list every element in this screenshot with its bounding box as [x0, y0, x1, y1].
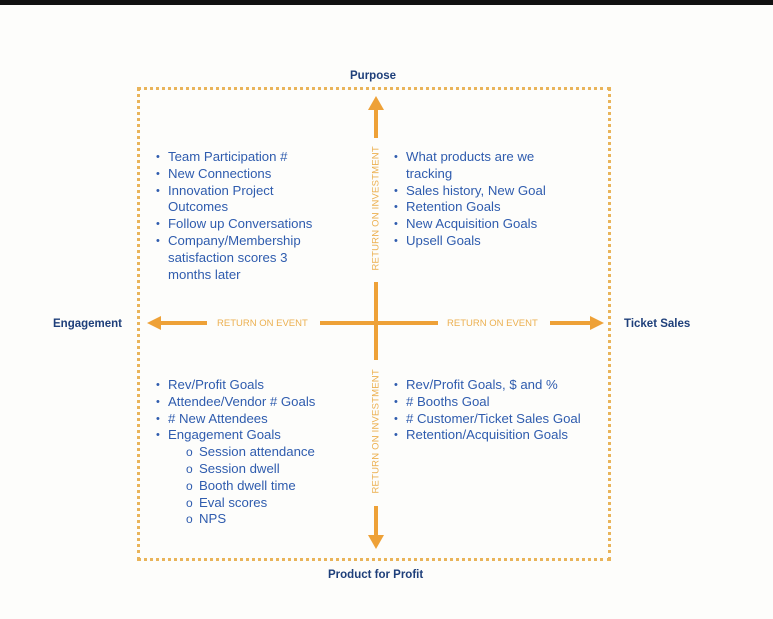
- roi-label-top: RETURN ON INVESTMENT: [370, 146, 382, 271]
- list-item: tracking: [406, 165, 453, 181]
- list-item: What products are we: [394, 149, 604, 166]
- sub-list-item: NPS: [156, 511, 366, 528]
- arrow-left-icon: [147, 316, 161, 330]
- list-item: # New Attendees: [156, 411, 366, 428]
- list-item: months later: [168, 266, 241, 282]
- list-item: Outcomes: [168, 199, 229, 215]
- axis-line-down: [374, 506, 378, 536]
- roe-label-right: RETURN ON EVENT: [447, 318, 538, 329]
- list-item: Innovation Project: [156, 183, 356, 200]
- quadrant-top-left: Team Participation #New ConnectionsInnov…: [156, 149, 356, 283]
- list-item: Engagement Goals: [156, 427, 366, 444]
- roe-label-left: RETURN ON EVENT: [217, 318, 308, 329]
- axis-title-bottom: Product for Profit: [328, 569, 424, 581]
- list-item: Retention/Acquisition Goals: [394, 427, 604, 444]
- list-item: Rev/Profit Goals: [156, 377, 366, 394]
- axis-line-center-horizontal: [320, 321, 438, 325]
- axis-line-up: [374, 108, 378, 138]
- list-item: Attendee/Vendor # Goals: [156, 394, 366, 411]
- axis-title-left: Engagement: [53, 318, 123, 330]
- list-item: # Booths Goal: [394, 394, 604, 411]
- list-item: New Acquisition Goals: [394, 216, 604, 233]
- list-item: Upsell Goals: [394, 233, 604, 250]
- list-item: # Customer/Ticket Sales Goal: [394, 411, 604, 428]
- list-item: Retention Goals: [394, 199, 604, 216]
- quadrant-top-right: What products are wetracking Sales histor…: [394, 149, 604, 250]
- roi-label-bottom: RETURN ON INVESTMENT: [370, 369, 382, 494]
- top-black-bar: [0, 0, 773, 5]
- list-item: Rev/Profit Goals, $ and %: [394, 377, 604, 394]
- list-item: Company/Membership: [156, 233, 356, 250]
- axis-title-top: Purpose: [350, 70, 397, 82]
- list-item: Follow up Conversations: [156, 216, 356, 233]
- sub-list-item: Eval scores: [156, 495, 366, 512]
- quadrant-bottom-left: Rev/Profit GoalsAttendee/Vendor # Goals#…: [156, 377, 366, 528]
- quadrant-bottom-right: Rev/Profit Goals, $ and %# Booths Goal# …: [394, 377, 604, 444]
- axis-line-right: [550, 321, 592, 325]
- list-item: Sales history, New Goal: [394, 183, 604, 200]
- sub-list-item: Session attendance: [156, 444, 366, 461]
- axis-title-right: Ticket Sales: [624, 318, 691, 330]
- list-item: New Connections: [156, 166, 356, 183]
- axis-line-left: [160, 321, 207, 325]
- list-item: satisfaction scores 3: [168, 249, 288, 265]
- sub-list-item: Session dwell: [156, 461, 366, 478]
- sub-list-item: Booth dwell time: [156, 478, 366, 495]
- list-item: Team Participation #: [156, 149, 356, 166]
- arrow-down-icon: [368, 535, 384, 549]
- arrow-right-icon: [590, 316, 604, 330]
